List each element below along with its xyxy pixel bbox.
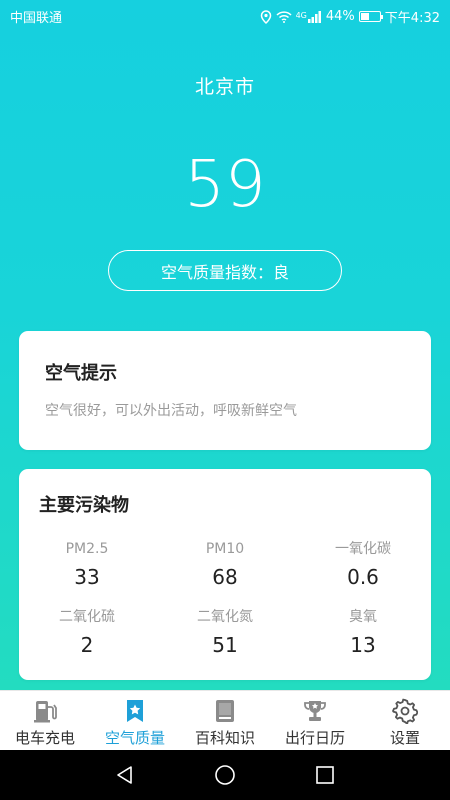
air-tip-text: 空气很好，可以外出活动，呼吸新鲜空气 bbox=[45, 403, 297, 419]
back-icon[interactable] bbox=[114, 764, 136, 786]
trophy-icon bbox=[301, 697, 329, 725]
pollutant-name: 二氧化硫 bbox=[59, 609, 115, 625]
pollutant-value: 33 bbox=[74, 565, 100, 589]
pollutants-card: 主要污染物 PM2.5 33 PM10 68 一氧化碳 0.6 二氧化硫 2 二… bbox=[19, 469, 431, 680]
location-icon bbox=[260, 9, 272, 24]
status-bar: 中国联通 4G 44% 下午4:32 bbox=[0, 0, 450, 32]
pollutant-value: 68 bbox=[212, 565, 238, 589]
pollutants-title: 主要污染物 bbox=[39, 495, 129, 516]
city-name: 北京市 bbox=[194, 76, 255, 98]
air-tip-card: 空气提示 空气很好，可以外出活动，呼吸新鲜空气 bbox=[19, 331, 431, 450]
gear-icon bbox=[391, 697, 419, 725]
tab-label: 电车充电 bbox=[14, 729, 75, 747]
tab-label: 设置 bbox=[389, 729, 420, 747]
recent-apps-icon[interactable] bbox=[314, 764, 336, 786]
network-type: 4G bbox=[295, 10, 307, 20]
tab-label: 出行日历 bbox=[284, 729, 345, 747]
pollutant-value: 0.6 bbox=[347, 565, 379, 589]
aqi-level-badge: 空气质量指数：良 bbox=[108, 250, 342, 291]
book-icon bbox=[211, 697, 239, 725]
pollutant-item: 一氧化碳 0.6 bbox=[295, 539, 431, 607]
charging-station-icon bbox=[31, 697, 59, 725]
tab-ev-charging[interactable]: 电车充电 bbox=[0, 691, 90, 751]
pollutant-item: 臭氧 13 bbox=[295, 607, 431, 675]
clock: 下午4:32 bbox=[384, 11, 440, 26]
pollutant-value: 51 bbox=[212, 633, 238, 657]
pollutant-name: PM10 bbox=[205, 541, 245, 557]
battery-percent: 44% bbox=[325, 9, 355, 24]
wifi-icon bbox=[276, 10, 292, 23]
carrier-name: 中国联通 bbox=[10, 11, 63, 26]
air-tip-title: 空气提示 bbox=[45, 363, 117, 384]
pollutant-item: 二氧化氮 51 bbox=[155, 607, 295, 675]
home-icon[interactable] bbox=[214, 764, 236, 786]
tab-air-quality[interactable]: 空气质量 bbox=[90, 691, 180, 751]
pollutant-name: 臭氧 bbox=[349, 609, 377, 625]
tab-travel-calendar[interactable]: 出行日历 bbox=[270, 691, 360, 751]
tab-settings[interactable]: 设置 bbox=[360, 691, 450, 751]
signal-icon: 4G bbox=[295, 10, 322, 23]
tab-encyclopedia[interactable]: 百科知识 bbox=[180, 691, 270, 751]
tab-label: 空气质量 bbox=[104, 729, 165, 747]
pollutant-value: 2 bbox=[80, 633, 94, 657]
bottom-tab-bar: 电车充电 空气质量 百科知识 出行日历 设置 bbox=[0, 690, 450, 751]
bookmark-star-icon bbox=[121, 697, 149, 725]
aqi-value: 59 bbox=[184, 148, 266, 222]
battery-icon bbox=[358, 11, 383, 22]
pollutant-value: 13 bbox=[350, 633, 376, 657]
pollutant-name: 二氧化氮 bbox=[197, 609, 253, 625]
pollutant-item: PM10 68 bbox=[155, 539, 295, 607]
pollutant-item: 二氧化硫 2 bbox=[19, 607, 155, 675]
tab-label: 百科知识 bbox=[194, 729, 255, 747]
pollutant-name: PM2.5 bbox=[65, 541, 109, 557]
pollutant-name: 一氧化碳 bbox=[335, 541, 391, 557]
pollutant-item: PM2.5 33 bbox=[19, 539, 155, 607]
system-navigation-bar bbox=[0, 750, 450, 800]
pollutant-grid: PM2.5 33 PM10 68 一氧化碳 0.6 二氧化硫 2 二氧化氮 51… bbox=[19, 539, 431, 675]
